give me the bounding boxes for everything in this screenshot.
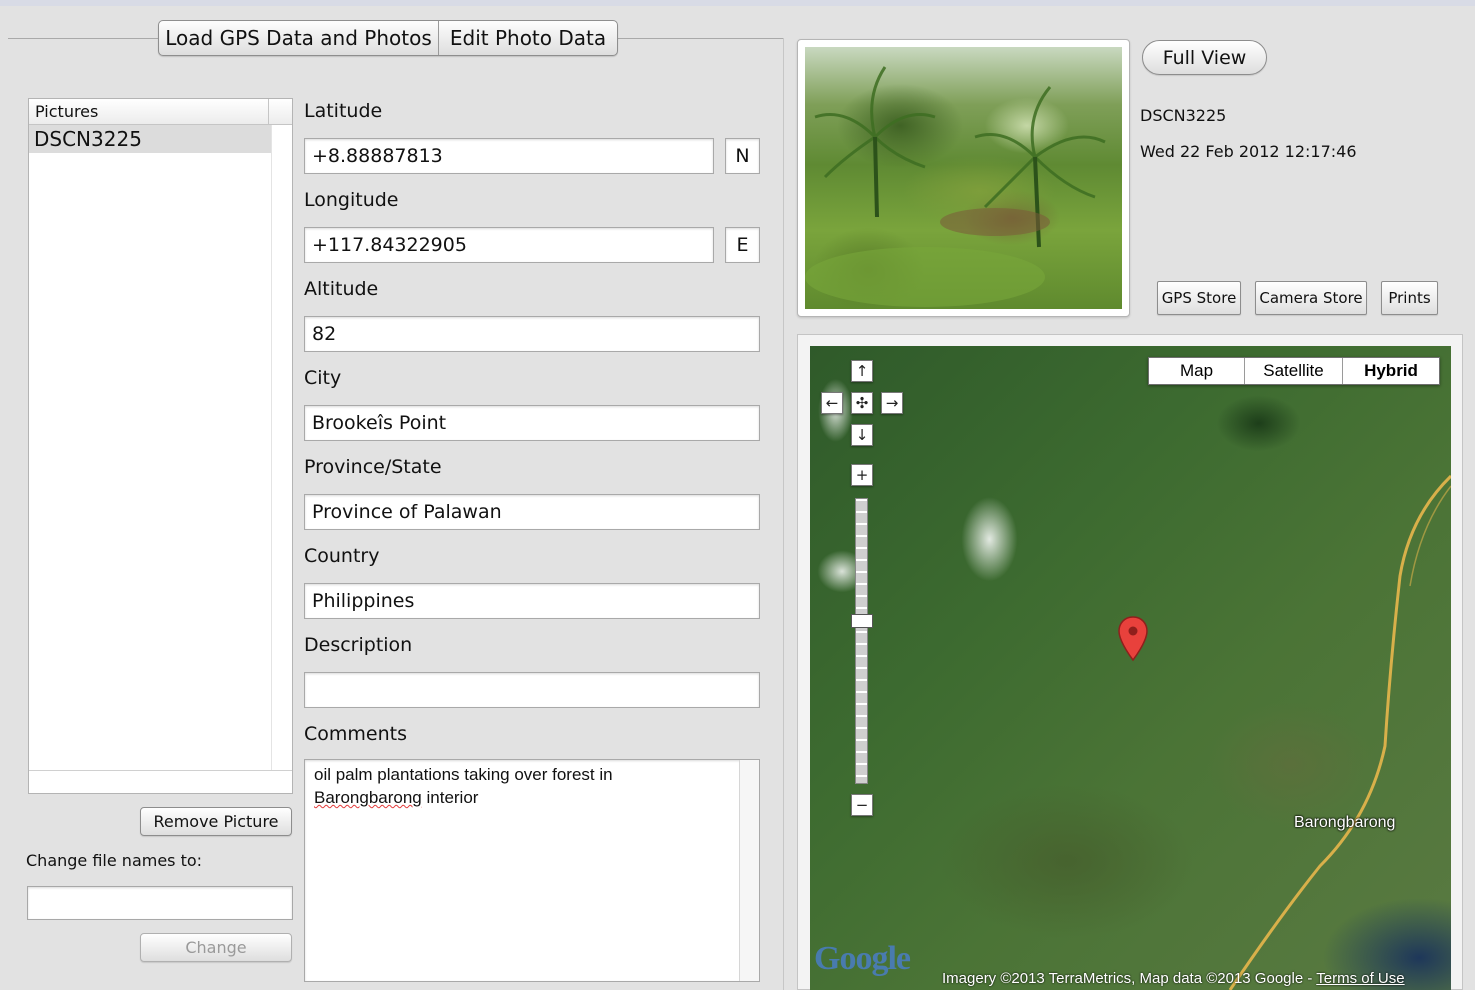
palm-foliage-graphic	[805, 66, 1106, 307]
google-logo: Google	[814, 940, 911, 977]
photo-date: Wed 22 Feb 2012 12:17:46	[1140, 142, 1357, 161]
window-top-strip	[0, 0, 1475, 6]
pan-down-icon[interactable]: ↓	[851, 424, 873, 446]
altitude-label: Altitude	[304, 278, 379, 300]
gps-store-button[interactable]: GPS Store	[1157, 281, 1241, 315]
longitude-hemisphere[interactable]: E	[725, 227, 760, 263]
tab-bar: Load GPS Data and Photos Edit Photo Data	[158, 20, 618, 56]
camera-store-button[interactable]: Camera Store	[1255, 281, 1367, 315]
map-type-map[interactable]: Map	[1149, 358, 1245, 384]
country-field[interactable]	[304, 583, 760, 619]
map-attribution: Imagery ©2013 TerraMetrics, Map data ©20…	[942, 970, 1405, 987]
map-type-hybrid[interactable]: Hybrid	[1343, 358, 1439, 384]
province-field[interactable]	[304, 494, 760, 530]
map-view[interactable]: Map Satellite Hybrid ↑ ← ✣ → ↓ + − Baron…	[810, 346, 1451, 990]
map-place-label: Barongbarong	[1294, 814, 1396, 831]
terms-of-use-link[interactable]: Terms of Use	[1316, 970, 1404, 987]
remove-picture-button[interactable]: Remove Picture	[140, 807, 292, 836]
zoom-slider-track[interactable]	[855, 498, 868, 784]
panel-divider	[783, 38, 784, 990]
city-field[interactable]	[304, 405, 760, 441]
comments-text: oil palm plantations taking over forest …	[314, 763, 734, 809]
photo-preview[interactable]	[805, 47, 1122, 309]
pan-up-icon[interactable]: ↑	[851, 360, 873, 382]
rename-input[interactable]	[27, 886, 293, 920]
latitude-field[interactable]	[304, 138, 714, 174]
country-label: Country	[304, 545, 380, 567]
longitude-field[interactable]	[304, 227, 714, 263]
list-divider	[29, 770, 292, 771]
list-item[interactable]: DSCN3225	[29, 125, 271, 153]
attribution-text: Imagery ©2013 TerraMetrics, Map data ©20…	[942, 970, 1317, 987]
zoom-slider-thumb[interactable]	[851, 614, 873, 628]
city-label: City	[304, 367, 342, 389]
zoom-in-icon[interactable]: +	[851, 464, 873, 486]
tab-load-gps-data[interactable]: Load GPS Data and Photos	[159, 21, 439, 55]
description-field[interactable]	[304, 672, 760, 708]
tab-edit-photo-data[interactable]: Edit Photo Data	[439, 21, 617, 55]
comments-line-1: oil palm plantations taking over forest …	[314, 765, 613, 784]
misspelled-word: Barongbarong	[314, 788, 422, 807]
map-type-control: Map Satellite Hybrid	[1148, 357, 1440, 385]
pictures-column-header[interactable]: Pictures	[29, 99, 269, 125]
change-file-names-label: Change file names to:	[26, 851, 203, 870]
pictures-list[interactable]: Pictures DSCN3225	[28, 98, 293, 794]
full-view-button[interactable]: Full View	[1142, 40, 1267, 75]
pan-left-icon[interactable]: ←	[821, 392, 843, 414]
comments-scrollbar[interactable]	[739, 760, 759, 981]
photo-filename: DSCN3225	[1140, 106, 1227, 125]
pan-right-icon[interactable]: →	[881, 392, 903, 414]
map-type-satellite[interactable]: Satellite	[1245, 358, 1343, 384]
list-divider	[271, 125, 272, 770]
zoom-out-icon[interactable]: −	[851, 794, 873, 816]
province-label: Province/State	[304, 456, 442, 478]
map-marker-icon[interactable]	[1118, 616, 1148, 662]
change-button[interactable]: Change	[140, 933, 292, 962]
latitude-hemisphere[interactable]: N	[725, 138, 760, 174]
comments-label: Comments	[304, 723, 407, 745]
comments-line-2: interior	[421, 788, 479, 807]
road-graphic	[1228, 474, 1451, 990]
longitude-label: Longitude	[304, 189, 399, 211]
pictures-header-corner	[269, 99, 292, 125]
photo-frame	[797, 39, 1130, 317]
description-label: Description	[304, 634, 413, 656]
comments-textarea[interactable]: oil palm plantations taking over forest …	[304, 759, 760, 982]
altitude-field[interactable]	[304, 316, 760, 352]
latitude-label: Latitude	[304, 100, 383, 122]
prints-button[interactable]: Prints	[1381, 281, 1438, 315]
pan-center-icon[interactable]: ✣	[851, 392, 873, 414]
